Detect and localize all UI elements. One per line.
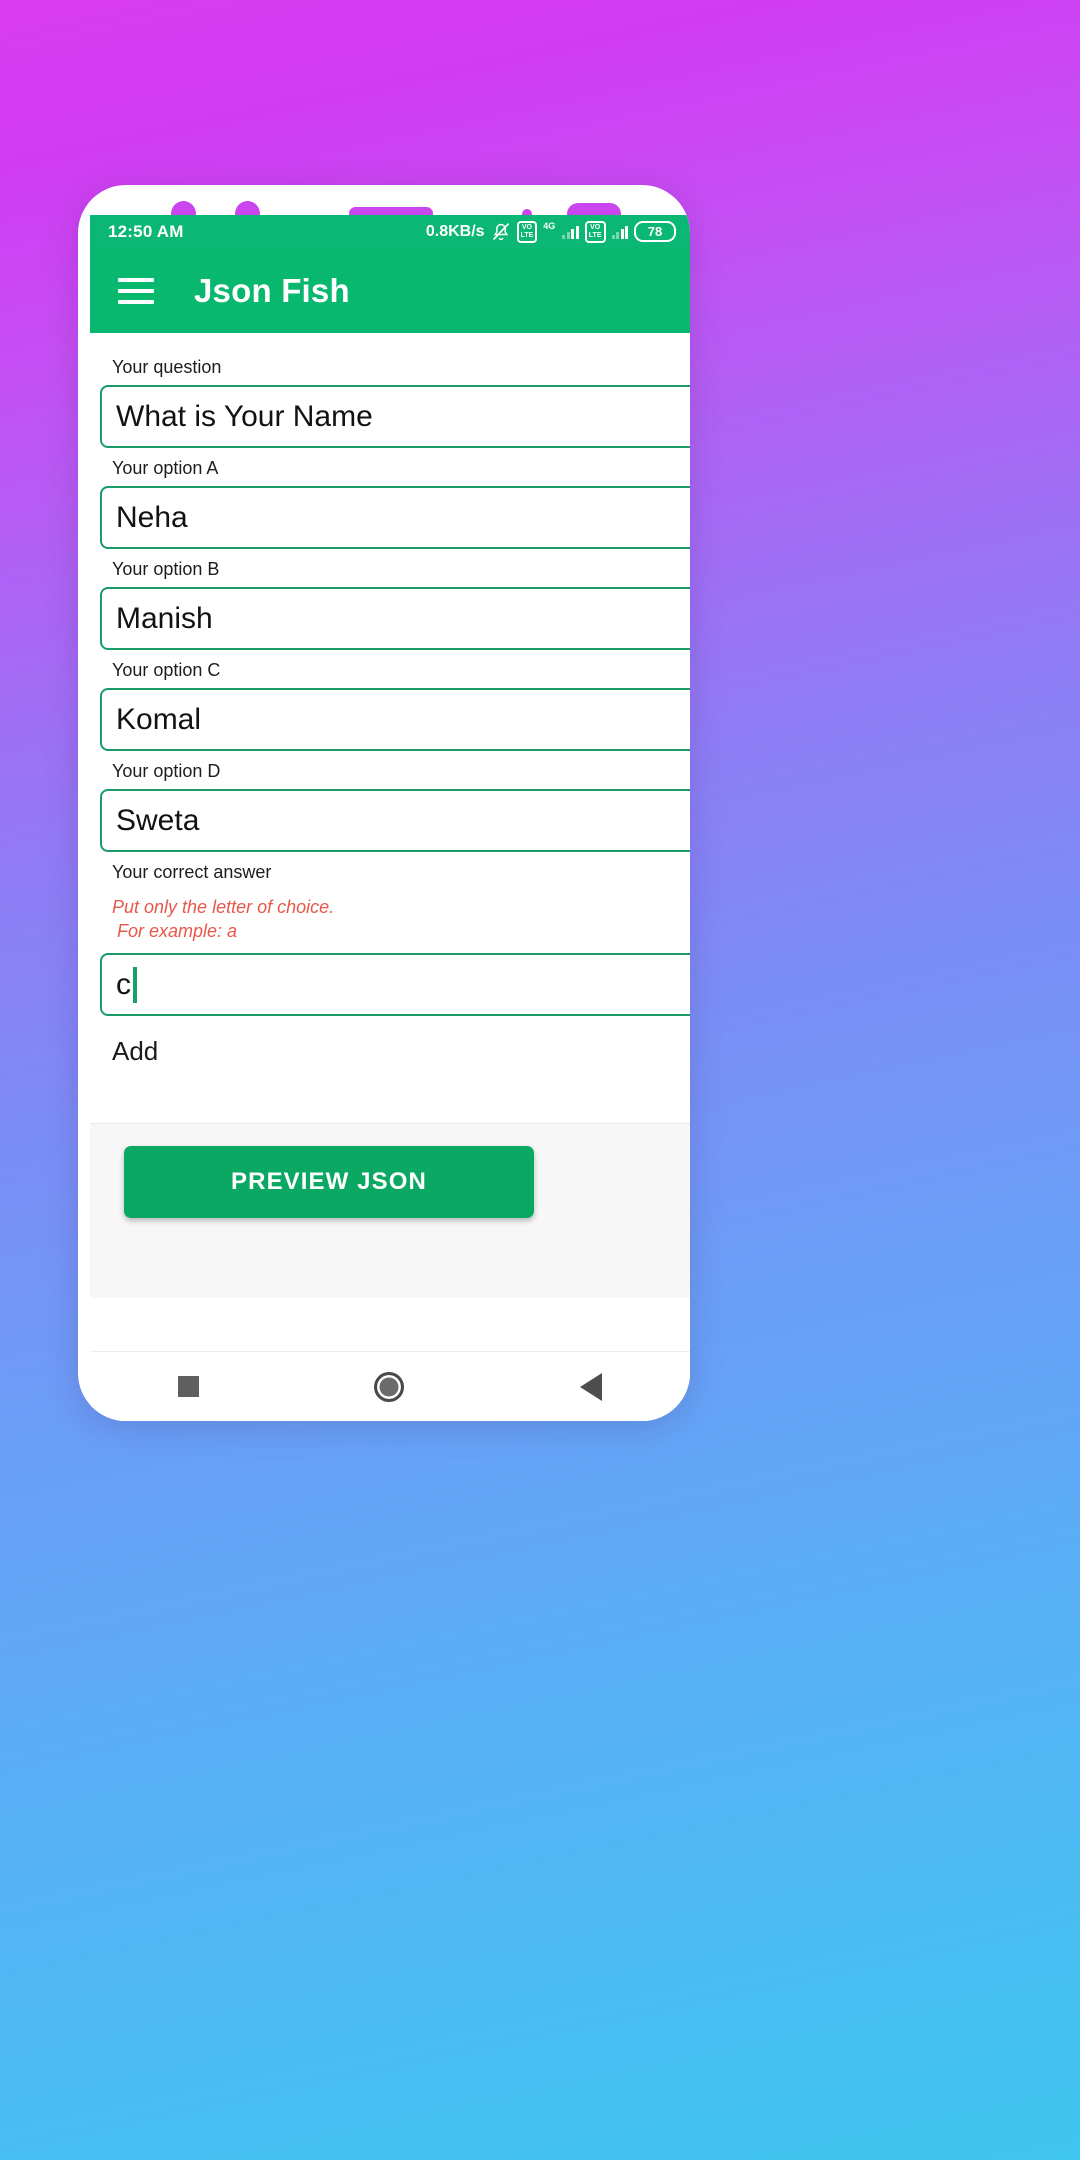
add-button[interactable]: Add bbox=[112, 1036, 690, 1067]
field-option-a: Your option A Neha bbox=[90, 458, 690, 549]
field-question: Your question What is Your Name bbox=[90, 357, 690, 448]
page-title: Json Fish bbox=[194, 271, 350, 309]
android-navigation-bar bbox=[90, 1351, 690, 1421]
correct-answer-input[interactable]: c bbox=[100, 953, 690, 1016]
field-label: Your option D bbox=[112, 761, 221, 781]
volte-top-label: VO bbox=[590, 223, 601, 231]
bottom-action-bar: PREVIEW JSON bbox=[90, 1123, 690, 1298]
phone-mockup-frame: 12:50 AM 0.8KB/s VO LTE 4G VO LTE 78 Jso… bbox=[78, 185, 690, 1421]
correct-answer-input-value: c bbox=[116, 967, 131, 1001]
triangle-back-icon[interactable] bbox=[580, 1372, 603, 1401]
option-c-input[interactable]: Komal bbox=[100, 688, 690, 751]
bell-off-icon bbox=[491, 222, 511, 242]
preview-json-button[interactable]: PREVIEW JSON bbox=[124, 1146, 534, 1218]
status-bar-clock: 12:50 AM bbox=[108, 221, 184, 241]
option-d-input[interactable]: Sweta bbox=[100, 789, 690, 852]
volte-bottom-label: LTE bbox=[520, 231, 534, 239]
field-label: Your question bbox=[112, 357, 222, 377]
volte-icon: VO LTE bbox=[584, 220, 606, 243]
question-input-value: What is Your Name bbox=[116, 399, 373, 433]
hamburger-menu-icon[interactable] bbox=[118, 277, 154, 304]
field-option-d: Your option D Sweta bbox=[90, 761, 690, 852]
circle-home-icon[interactable] bbox=[374, 1371, 405, 1402]
text-cursor bbox=[133, 966, 137, 1003]
field-label: Your option A bbox=[112, 458, 219, 478]
hamburger-line bbox=[118, 299, 154, 304]
network-type-label: 4G bbox=[543, 220, 556, 231]
volte-top-label: VO bbox=[521, 223, 532, 231]
signal-strength-icon bbox=[611, 224, 628, 239]
option-a-input[interactable]: Neha bbox=[100, 486, 690, 549]
field-correct-answer: Your correct answer Put only the letter … bbox=[90, 862, 690, 1016]
status-bar-icons: 0.8KB/s VO LTE 4G VO LTE 78 bbox=[425, 220, 676, 243]
answer-hint-line-2: For example: a bbox=[117, 921, 238, 941]
answer-hint-text: Put only the letter of choice. For examp… bbox=[112, 895, 690, 943]
option-d-input-value: Sweta bbox=[116, 803, 200, 837]
answer-hint-line-1: Put only the letter of choice. bbox=[112, 897, 335, 917]
field-label: Your option B bbox=[112, 559, 220, 579]
field-option-c: Your option C Komal bbox=[90, 660, 690, 751]
field-option-b: Your option B Manish bbox=[90, 559, 690, 650]
option-b-input[interactable]: Manish bbox=[100, 587, 690, 650]
hamburger-line bbox=[118, 277, 154, 282]
option-b-input-value: Manish bbox=[116, 601, 213, 635]
status-bar: 12:50 AM 0.8KB/s VO LTE 4G VO LTE 78 bbox=[90, 215, 690, 248]
phone-screen: 12:50 AM 0.8KB/s VO LTE 4G VO LTE 78 Jso… bbox=[90, 215, 690, 1421]
field-label: Your option C bbox=[112, 660, 221, 680]
volte-icon: VO LTE bbox=[516, 220, 538, 243]
volte-bottom-label: LTE bbox=[588, 231, 602, 239]
battery-indicator: 78 bbox=[634, 221, 676, 242]
field-label: Your correct answer bbox=[112, 862, 272, 882]
network-speed-label: 0.8KB/s bbox=[425, 222, 485, 240]
hamburger-line bbox=[118, 288, 154, 293]
app-bar: Json Fish bbox=[90, 248, 690, 333]
question-input[interactable]: What is Your Name bbox=[100, 385, 690, 448]
option-c-input-value: Komal bbox=[116, 702, 202, 736]
square-recents-icon[interactable] bbox=[177, 1376, 199, 1397]
signal-strength-icon bbox=[562, 224, 579, 239]
form-scroll-area[interactable]: Your question What is Your Name Your opt… bbox=[90, 333, 690, 1123]
option-a-input-value: Neha bbox=[116, 500, 188, 534]
